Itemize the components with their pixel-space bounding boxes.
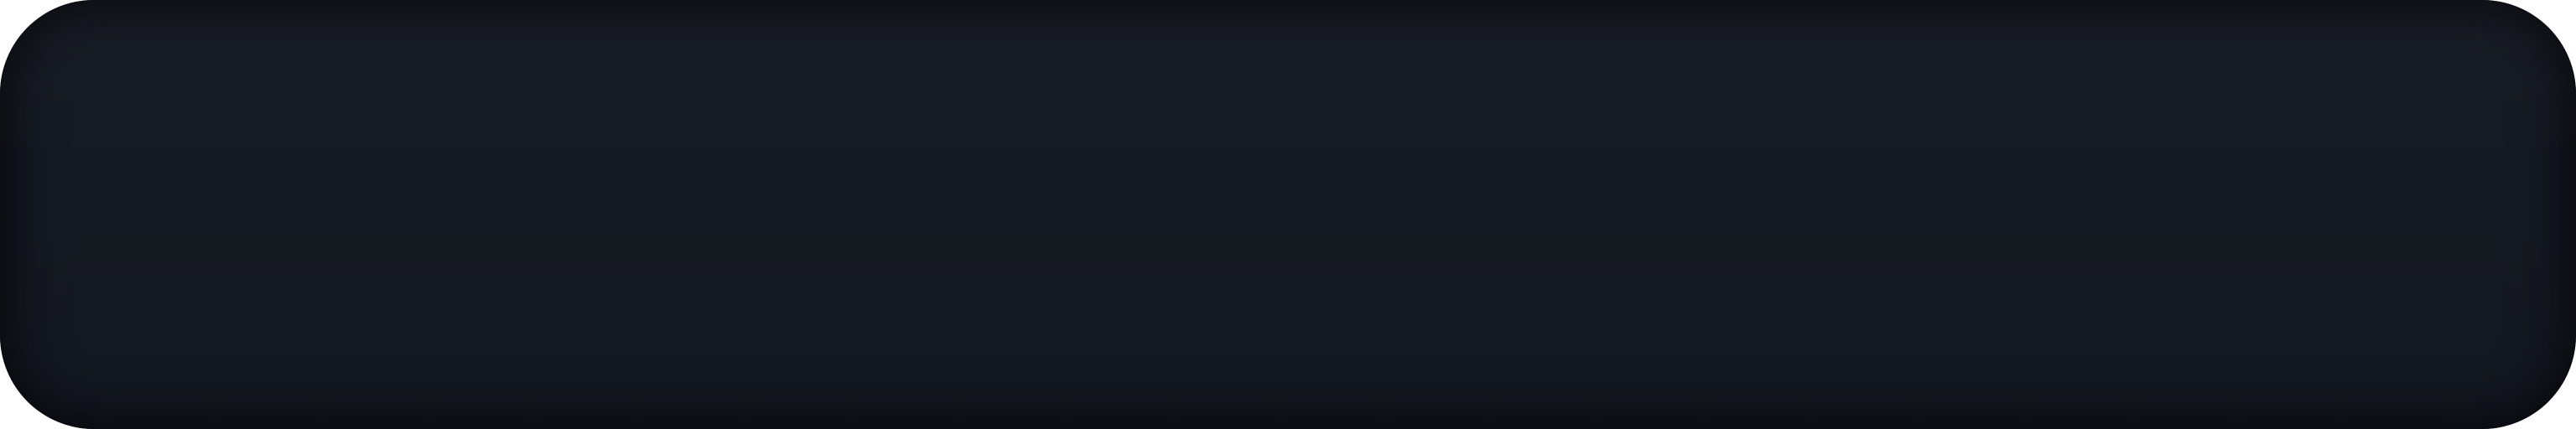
empty-rounded-panel [0, 0, 2576, 429]
panel-inner-shading [0, 0, 2576, 429]
